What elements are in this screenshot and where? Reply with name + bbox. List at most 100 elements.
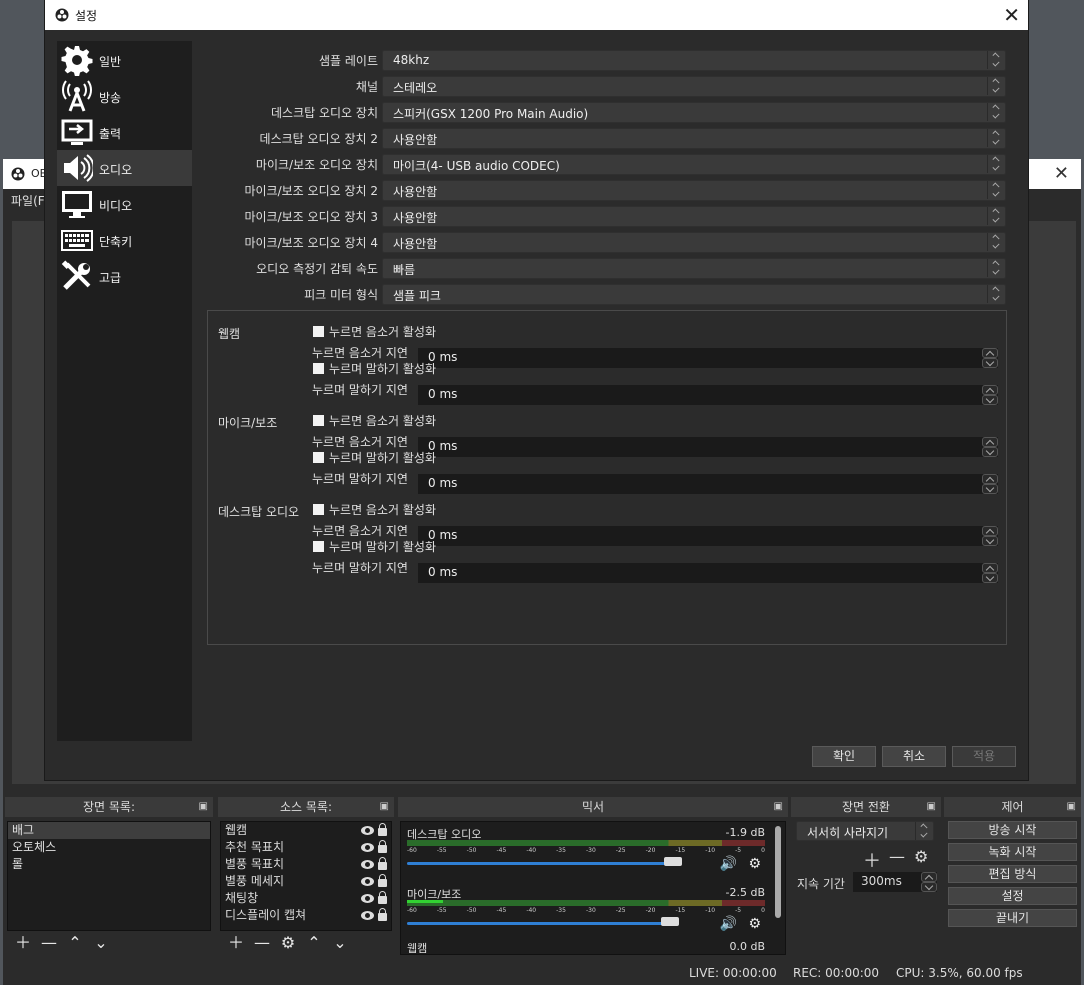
checkbox[interactable]	[313, 415, 324, 426]
checkbox[interactable]	[313, 452, 324, 463]
setting-select[interactable]: 사용안함	[382, 232, 1006, 253]
nav-item-audio[interactable]: 오디오	[57, 150, 192, 186]
volume-slider-thumb[interactable]	[660, 917, 679, 926]
lock-icon[interactable]	[378, 840, 387, 853]
setting-select[interactable]: 사용안함	[382, 206, 1006, 227]
nav-item-hotkeys[interactable]: 단축키	[57, 222, 192, 258]
source-item[interactable]: 별풍 목표치	[221, 856, 391, 873]
float-icon[interactable]: ▣	[927, 797, 936, 817]
delay-spinbox[interactable]: 0 ms	[418, 526, 998, 546]
checkbox-row[interactable]: 누르며 말하기 활성화	[313, 360, 436, 377]
move-up-icon[interactable]: ⌃	[67, 934, 83, 952]
volume-slider-track[interactable]	[407, 862, 674, 865]
settings-button[interactable]: 설정	[948, 887, 1077, 905]
setting-select[interactable]: 48khz	[382, 50, 1006, 71]
eye-icon[interactable]	[361, 843, 374, 852]
setting-select[interactable]: 샘플 피크	[382, 284, 1006, 305]
setting-select[interactable]: 마이크(4- USB audio CODEC)	[382, 154, 1006, 175]
spin-down-icon[interactable]	[982, 484, 998, 494]
spin-up-icon[interactable]	[982, 526, 998, 536]
volume-slider-track[interactable]	[407, 922, 671, 925]
transition-select[interactable]: 서서히 사라지기	[796, 821, 934, 841]
setting-select[interactable]: 사용안함	[382, 180, 1006, 201]
nav-item-advanced[interactable]: 고급	[57, 258, 192, 294]
checkbox-row[interactable]: 누르면 음소거 활성화	[313, 323, 436, 340]
speaker-icon[interactable]: 🔊	[720, 916, 737, 932]
add-icon[interactable]: ＋	[863, 847, 881, 873]
eye-icon[interactable]	[361, 894, 374, 903]
move-down-icon[interactable]: ⌄	[332, 934, 348, 952]
spin-up-icon[interactable]	[982, 474, 998, 484]
setting-select[interactable]: 빠름	[382, 258, 1006, 279]
source-item[interactable]: 디스플레이 캡쳐	[221, 907, 391, 924]
scene-item[interactable]: 배그	[8, 822, 210, 839]
spin-down-icon[interactable]	[982, 395, 998, 405]
delay-spinbox[interactable]: 0 ms	[418, 437, 998, 457]
source-item[interactable]: 채팅창	[221, 890, 391, 907]
cancel-button[interactable]: 취소	[882, 746, 946, 767]
nav-item-stream[interactable]: 방송	[57, 78, 192, 114]
speaker-icon[interactable]: 🔊	[720, 856, 737, 872]
spin-down-icon[interactable]	[982, 358, 998, 368]
eye-icon[interactable]	[361, 860, 374, 869]
apply-button[interactable]: 적용	[952, 746, 1016, 767]
source-item[interactable]: 웹캠	[221, 822, 391, 839]
spin-down-icon[interactable]	[982, 447, 998, 457]
float-icon[interactable]: ▣	[774, 797, 783, 817]
float-icon[interactable]: ▣	[199, 797, 208, 817]
exit-button[interactable]: 끝내기	[948, 909, 1077, 927]
float-icon[interactable]: ▣	[380, 797, 389, 817]
close-icon[interactable]: ✕	[1003, 3, 1020, 27]
spin-down-icon[interactable]	[982, 573, 998, 583]
spin-down-icon[interactable]	[982, 536, 998, 546]
gear-icon[interactable]: ⚙	[748, 916, 761, 932]
mixer-scrollbar[interactable]	[775, 826, 781, 918]
spin-up-icon[interactable]	[921, 872, 937, 882]
spin-up-icon[interactable]	[982, 385, 998, 395]
checkbox[interactable]	[313, 326, 324, 337]
spin-up-icon[interactable]	[982, 437, 998, 447]
spin-up-icon[interactable]	[982, 348, 998, 358]
add-icon[interactable]: ＋	[228, 934, 244, 952]
move-up-icon[interactable]: ⌃	[306, 934, 322, 952]
eye-icon[interactable]	[361, 877, 374, 886]
checkbox-row[interactable]: 누르며 말하기 활성화	[313, 538, 436, 555]
float-icon[interactable]: ▣	[1067, 797, 1076, 817]
source-item[interactable]: 추천 목표치	[221, 839, 391, 856]
ok-button[interactable]: 확인	[812, 746, 876, 767]
lock-icon[interactable]	[378, 891, 387, 904]
lock-icon[interactable]	[378, 874, 387, 887]
checkbox[interactable]	[313, 504, 324, 515]
move-down-icon[interactable]: ⌄	[93, 934, 109, 952]
studio-mode-button[interactable]: 편집 방식	[948, 865, 1077, 883]
volume-slider-thumb[interactable]	[663, 857, 682, 866]
checkbox-row[interactable]: 누르면 음소거 활성화	[313, 412, 436, 429]
setting-select[interactable]: 스테레오	[382, 76, 1006, 97]
delay-spinbox[interactable]: 0 ms	[418, 474, 998, 494]
delay-spinbox[interactable]: 0 ms	[418, 563, 998, 583]
start-recording-button[interactable]: 녹화 시작	[948, 843, 1077, 861]
remove-icon[interactable]: —	[889, 847, 905, 866]
scene-item[interactable]: 롤	[8, 856, 210, 873]
scene-item[interactable]: 오토체스	[8, 839, 210, 856]
menu-file[interactable]: 파일(F	[11, 192, 45, 209]
gear-icon[interactable]: ⚙	[280, 934, 296, 952]
gear-icon[interactable]: ⚙	[914, 847, 928, 866]
obs-close-icon[interactable]: ✕	[1054, 163, 1069, 184]
nav-item-general[interactable]: 일반	[57, 42, 192, 78]
delay-spinbox[interactable]: 0 ms	[418, 348, 998, 368]
spin-up-icon[interactable]	[982, 563, 998, 573]
remove-icon[interactable]: —	[254, 934, 270, 952]
nav-item-output[interactable]: 출력	[57, 114, 192, 150]
checkbox[interactable]	[313, 363, 324, 374]
add-icon[interactable]: ＋	[15, 934, 31, 952]
duration-spinbox[interactable]: 300ms	[853, 872, 937, 892]
setting-select[interactable]: 사용안함	[382, 128, 1006, 149]
spin-down-icon[interactable]	[921, 882, 937, 892]
start-streaming-button[interactable]: 방송 시작	[948, 821, 1077, 839]
lock-icon[interactable]	[378, 857, 387, 870]
gear-icon[interactable]: ⚙	[748, 856, 761, 872]
checkbox-row[interactable]: 누르면 음소거 활성화	[313, 501, 436, 518]
source-item[interactable]: 별풍 메세지	[221, 873, 391, 890]
setting-select[interactable]: 스피커(GSX 1200 Pro Main Audio)	[382, 102, 1006, 123]
